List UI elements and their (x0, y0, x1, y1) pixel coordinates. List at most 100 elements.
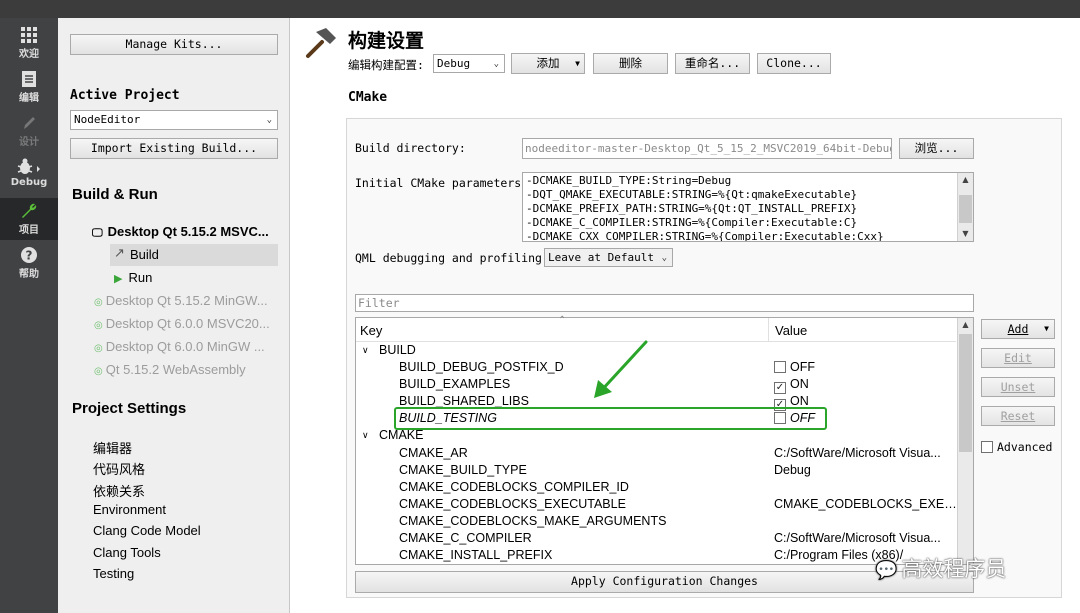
row-value[interactable]: C:/SoftWare/Microsoft Visua... (774, 530, 959, 547)
table-scrollbar[interactable]: ▲ (957, 318, 973, 564)
kit-label: Desktop Qt 6.0.0 MSVC20... (105, 316, 270, 331)
row-value[interactable]: CMAKE_CODEBLOCKS_EXEC... (774, 496, 959, 513)
clone-config-button[interactable]: Clone... (757, 53, 831, 74)
build-run-title: Build & Run (72, 186, 158, 203)
browse-button[interactable]: 浏览... (899, 138, 974, 159)
group-label: BUILD (379, 343, 416, 357)
settings-item-editor[interactable]: 编辑器 (93, 438, 132, 457)
arrow-annotation-icon (588, 338, 652, 406)
kit-active[interactable]: 🖵 Desktop Qt 5.15.2 MSVC... (92, 224, 269, 240)
table-row[interactable]: CMAKE_CODEBLOCKS_EXECUTABLE CMAKE_CODEBL… (358, 496, 959, 513)
edit-config-label: 编辑构建配置: (348, 58, 424, 72)
mode-label: 编辑 (19, 93, 39, 104)
row-key: BUILD_DEBUG_POSTFIX_D (399, 360, 564, 374)
scroll-thumb[interactable] (959, 334, 972, 452)
table-row[interactable]: CMAKE_AR C:/SoftWare/Microsoft Visua... (358, 445, 956, 462)
mode-help[interactable]: ? 帮助 (0, 242, 58, 284)
bug-icon (0, 154, 58, 176)
unset-entry-label: Unset (1000, 380, 1036, 394)
add-config-button[interactable]: 添加 ▼ (511, 53, 585, 74)
advanced-checkbox[interactable]: Advanced (981, 440, 1052, 454)
row-key: BUILD_EXAMPLES (399, 377, 511, 391)
param-line: -DCMAKE_CXX_COMPILER:STRING=%{Compiler:E… (526, 230, 884, 242)
tree-group-cmake[interactable]: ∨ CMAKE (358, 427, 956, 444)
tree-group-build[interactable]: ∨ BUILD (358, 342, 956, 359)
kit-item[interactable]: ◎ Desktop Qt 6.0.0 MSVC20... (94, 316, 270, 331)
table-row[interactable]: BUILD_DEBUG_POSTFIX_D OFF (358, 359, 956, 376)
qml-combo[interactable]: Leave at Default ⌄ (544, 248, 673, 267)
mode-welcome[interactable]: 欢迎 (0, 22, 58, 64)
mode-design[interactable]: 设计 (0, 110, 58, 152)
chat-bubble-icon: 💬 (875, 560, 898, 581)
settings-item-clang-tools[interactable]: Clang Tools (93, 545, 161, 560)
kit-label: Qt 5.15.2 WebAssembly (105, 362, 246, 377)
param-line: -DCMAKE_C_COMPILER:STRING=%{Compiler:Exe… (526, 216, 858, 229)
pencil-icon (0, 110, 58, 132)
settings-item-testing[interactable]: Testing (93, 566, 134, 581)
kit-status-icon: ◎ (94, 343, 103, 354)
row-value[interactable]: OFF (774, 359, 959, 376)
kit-item[interactable]: ◎ Qt 5.15.2 WebAssembly (94, 362, 246, 377)
column-value[interactable]: Value (775, 323, 807, 338)
help-icon: ? (0, 242, 58, 264)
mode-edit[interactable]: 编辑 (0, 66, 58, 108)
kit-item[interactable]: ◎ Desktop Qt 5.15.2 MinGW... (94, 293, 268, 308)
mode-label: 设计 (19, 137, 39, 148)
mode-debug[interactable]: Debug (0, 154, 58, 196)
table-row[interactable]: CMAKE_CODEBLOCKS_MAKE_ARGUMENTS (358, 513, 956, 530)
checkbox[interactable] (774, 361, 786, 373)
initial-params-editor[interactable]: -DCMAKE_BUILD_TYPE:String=Debug -DQT_QMA… (522, 172, 974, 242)
settings-item-clang-code-model[interactable]: Clang Code Model (93, 523, 201, 538)
chevron-down-icon: ⌄ (493, 59, 499, 69)
param-line: -DCMAKE_PREFIX_PATH:STRING=%{Qt:QT_INSTA… (526, 202, 858, 215)
delete-config-button[interactable]: 删除 (593, 53, 668, 74)
build-dir-value: nodeeditor-master-Desktop_Qt_5_15_2_MSVC… (525, 142, 892, 155)
import-build-button[interactable]: Import Existing Build... (70, 138, 278, 159)
row-key: CMAKE_C_COMPILER (399, 531, 532, 545)
checkbox[interactable] (981, 441, 993, 453)
column-key[interactable]: Key (360, 323, 382, 338)
scroll-up-icon[interactable]: ▲ (958, 318, 973, 332)
table-row[interactable]: BUILD_EXAMPLES ✓ ON (358, 376, 959, 394)
mode-projects[interactable]: 项目 (0, 198, 58, 240)
row-key: CMAKE_CODEBLOCKS_EXECUTABLE (399, 497, 626, 511)
row-value[interactable]: Debug (774, 462, 959, 479)
row-value[interactable]: ✓ ON (774, 376, 959, 394)
filter-input[interactable]: Filter (355, 294, 974, 312)
settings-item-code-style[interactable]: 代码风格 (93, 459, 145, 478)
active-project-combo[interactable]: NodeEditor ⌄ (70, 110, 278, 130)
hammer-icon (302, 26, 338, 64)
table-row[interactable]: CMAKE_INSTALL_PREFIX C:/Program Files (x… (358, 547, 956, 564)
row-key: CMAKE_CODEBLOCKS_COMPILER_ID (399, 480, 629, 494)
settings-item-dependencies[interactable]: 依赖关系 (93, 481, 145, 500)
column-divider (768, 318, 769, 342)
table-row[interactable]: CMAKE_BUILD_TYPE Debug (358, 462, 956, 479)
run-item[interactable]: ▶ Run (114, 270, 152, 285)
rename-config-button[interactable]: 重命名... (675, 53, 750, 74)
kit-label: Desktop Qt 5.15.2 MinGW... (105, 293, 268, 308)
filter-placeholder: Filter (358, 296, 400, 310)
table-row[interactable]: CMAKE_C_COMPILER C:/SoftWare/Microsoft V… (358, 530, 956, 547)
scroll-thumb[interactable] (959, 195, 972, 223)
chevron-down-icon: ∨ (362, 430, 369, 440)
group-label: CMAKE (379, 428, 424, 442)
table-row[interactable]: CMAKE_CODEBLOCKS_COMPILER_ID (358, 479, 956, 496)
add-entry-button[interactable]: Add ▼ (981, 319, 1055, 339)
scroll-up-icon[interactable]: ▲ (958, 173, 973, 187)
sort-indicator-icon: ⌃ (558, 315, 567, 326)
run-label: Run (128, 270, 153, 285)
settings-item-environment[interactable]: Environment (93, 502, 166, 517)
scroll-down-icon[interactable]: ▼ (958, 227, 973, 241)
kit-item[interactable]: ◎ Desktop Qt 6.0.0 MinGW ... (94, 339, 265, 354)
row-value[interactable]: C:/SoftWare/Microsoft Visua... (774, 445, 959, 462)
manage-kits-button[interactable]: Manage Kits... (70, 34, 278, 55)
unset-entry-button[interactable]: Unset (981, 377, 1055, 397)
edit-entry-button[interactable]: Edit (981, 348, 1055, 368)
monitor-icon: 🖵 (92, 227, 103, 239)
reset-entry-button[interactable]: Reset (981, 406, 1055, 426)
build-dir-field[interactable]: nodeeditor-master-Desktop_Qt_5_15_2_MSVC… (522, 138, 892, 159)
cmake-section-title: CMake (348, 90, 388, 105)
build-config-combo[interactable]: Debug ⌄ (433, 54, 505, 73)
params-scrollbar[interactable]: ▲ ▼ (957, 173, 973, 241)
build-item[interactable]: ↗ Build (110, 244, 278, 266)
